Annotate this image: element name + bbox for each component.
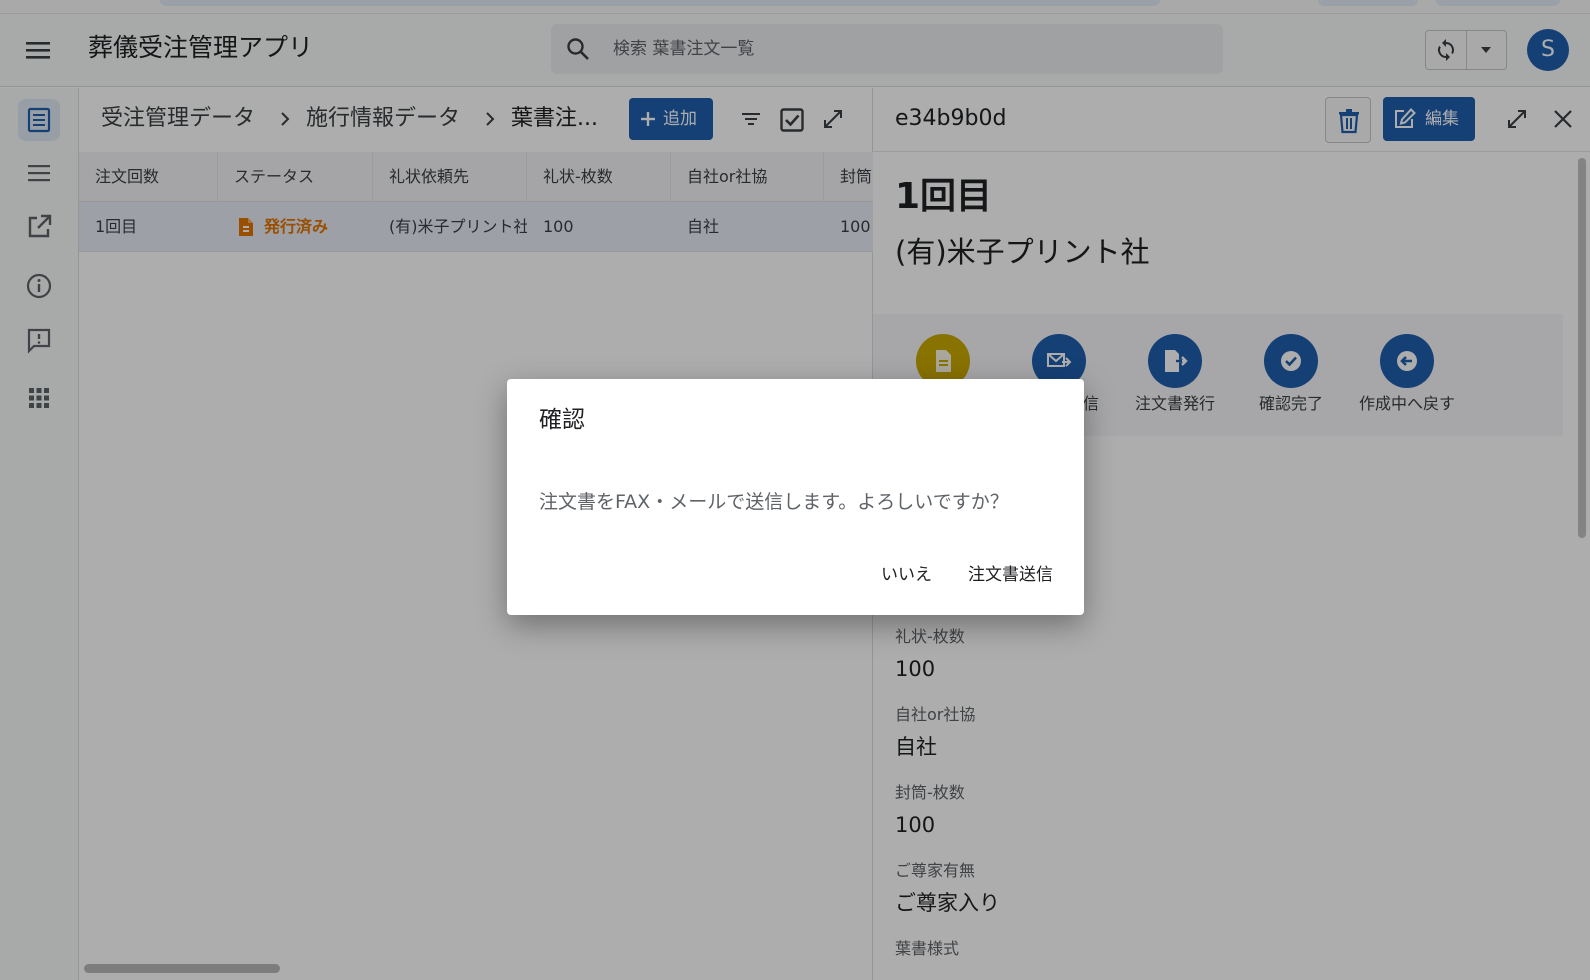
cancel-button[interactable]: いいえ xyxy=(873,557,940,593)
dialog-title: 確認 xyxy=(539,407,585,433)
confirm-dialog: 確認 注文書をFAX・メールで送信します。よろしいですか？ いいえ 注文書送信 xyxy=(507,379,1084,615)
send-order-button[interactable]: 注文書送信 xyxy=(960,557,1061,593)
dialog-message: 注文書をFAX・メールで送信します。よろしいですか？ xyxy=(539,491,1009,513)
